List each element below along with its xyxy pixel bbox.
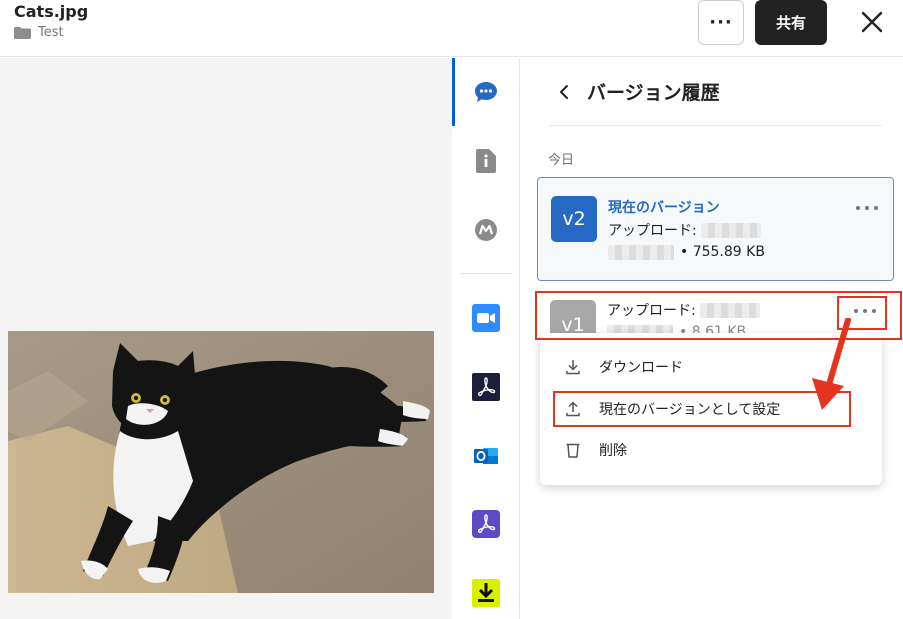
file-name: Cats.jpg bbox=[14, 2, 89, 21]
download-icon bbox=[566, 360, 580, 375]
more-options-button[interactable]: ··· bbox=[698, 0, 744, 45]
version-badge: v2 bbox=[551, 196, 597, 242]
folder-name: Test bbox=[38, 25, 64, 40]
redacted-timestamp bbox=[608, 244, 674, 260]
panel-header: バージョン履歴 bbox=[549, 58, 882, 126]
share-button[interactable]: 共有 bbox=[755, 0, 827, 45]
outlook-icon bbox=[474, 448, 498, 464]
folder-breadcrumb[interactable]: Test bbox=[14, 25, 64, 40]
date-group-label: 今日 bbox=[548, 153, 575, 168]
metadata-tab[interactable] bbox=[472, 216, 500, 244]
top-bar: Cats.jpg Test ··· 共有 bbox=[0, 0, 903, 57]
close-icon bbox=[861, 11, 883, 33]
sidebar-rail bbox=[452, 58, 520, 619]
adobe-acrobat-icon bbox=[472, 373, 500, 401]
redacted-uploader bbox=[700, 222, 761, 238]
trash-icon bbox=[566, 443, 580, 458]
cat-photo bbox=[8, 331, 434, 593]
close-button[interactable] bbox=[858, 8, 886, 36]
version-size-line: • 755.89 KB bbox=[608, 244, 765, 260]
active-tab-indicator bbox=[452, 58, 455, 126]
version-upload-line: アップロード: bbox=[608, 220, 761, 240]
adobe-sign-icon bbox=[472, 510, 500, 538]
outlook-app-tab[interactable] bbox=[472, 442, 500, 470]
info-tab[interactable] bbox=[472, 147, 500, 175]
back-chevron-icon[interactable] bbox=[555, 83, 573, 101]
version-card-current[interactable]: v2 現在のバージョン アップロード: • 755.89 KB bbox=[537, 177, 894, 281]
comments-tab[interactable] bbox=[472, 78, 500, 106]
version-name: 現在のバージョン bbox=[608, 200, 720, 216]
metadata-icon bbox=[475, 219, 497, 241]
file-preview-area bbox=[0, 58, 452, 619]
zoom-icon bbox=[472, 304, 500, 332]
rail-divider bbox=[460, 273, 512, 274]
panel-title: バージョン履歴 bbox=[587, 82, 720, 104]
menu-item-delete[interactable]: 削除 bbox=[540, 431, 882, 469]
download-app-icon bbox=[472, 579, 500, 607]
info-icon bbox=[476, 149, 496, 173]
adobe-acrobat-app-tab[interactable] bbox=[472, 373, 500, 401]
version-more-button[interactable] bbox=[856, 201, 878, 215]
folder-icon bbox=[14, 26, 31, 39]
adobe-sign-app-tab[interactable] bbox=[472, 510, 500, 538]
annotation-arrow bbox=[812, 318, 851, 410]
download-app-tab[interactable] bbox=[472, 579, 500, 607]
comments-icon bbox=[475, 82, 497, 102]
zoom-app-tab[interactable] bbox=[472, 304, 500, 332]
